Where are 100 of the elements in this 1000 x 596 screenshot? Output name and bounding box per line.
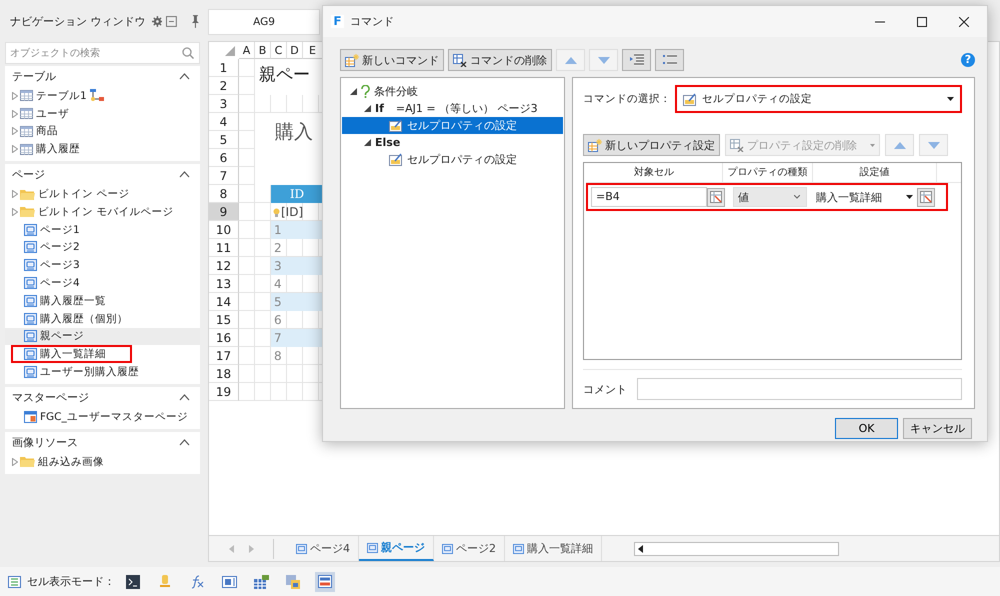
list-button[interactable] (655, 49, 684, 71)
row-header[interactable]: 6 (209, 149, 239, 167)
row-header[interactable]: 16 (209, 329, 239, 347)
target-cell-field[interactable]: =B4 (591, 187, 707, 207)
nav-item[interactable]: 購入履歴一覧 (5, 292, 200, 310)
table-icon (254, 574, 268, 588)
keyword-label: If (375, 102, 384, 115)
sheet-tab[interactable]: 購入一覧詳細 (505, 536, 602, 561)
search-field[interactable]: オブジェクトの検索 (5, 42, 200, 64)
row-header[interactable]: 3 (209, 95, 239, 113)
cell-picker-button[interactable] (707, 188, 725, 206)
chevron-icon[interactable] (179, 438, 190, 446)
horizontal-scrollbar[interactable] (634, 542, 839, 556)
row-header[interactable]: 19 (209, 383, 239, 401)
expand-arrow-icon[interactable] (350, 88, 357, 95)
list-mode-button[interactable] (315, 572, 335, 592)
row-header[interactable]: 11 (209, 239, 239, 257)
comment-field[interactable] (637, 378, 962, 400)
sheet-tab[interactable]: 親ページ (359, 536, 434, 561)
indent-button[interactable] (622, 49, 651, 71)
nav-item[interactable]: ページ2 (5, 238, 200, 256)
new-icon (588, 138, 602, 152)
sheet-tab[interactable]: ページ4 (288, 536, 359, 561)
expand-arrow-icon[interactable] (364, 105, 371, 112)
column-header: 設定値 (813, 163, 937, 182)
column-header[interactable]: A (239, 42, 255, 59)
row-header[interactable]: 18 (209, 365, 239, 383)
cancel-button[interactable]: キャンセル (903, 418, 972, 439)
row-header[interactable]: 4 (209, 113, 239, 131)
tree-label: 条件分岐 (374, 84, 418, 99)
nav-item[interactable]: 購入一覧詳細 (11, 345, 132, 364)
row-header[interactable]: 2 (209, 77, 239, 95)
delete-command-button[interactable]: コマンドの削除 (448, 49, 552, 71)
row-header[interactable]: 15 (209, 311, 239, 329)
table-header: ID (271, 185, 323, 203)
command-dropdown[interactable]: セルプロパティの設定 (675, 85, 962, 113)
table-icon (20, 108, 33, 120)
new-command-button[interactable]: 新しいコマンド (340, 49, 444, 71)
section-title: テーブル (12, 69, 56, 84)
nav-item[interactable]: FGC_ユーザーマスターページ (5, 408, 200, 426)
tree-item[interactable]: If =AJ1 = （等しい） ページ3 (342, 100, 563, 117)
expand-arrow-icon[interactable] (364, 139, 371, 146)
search-icon[interactable] (182, 47, 194, 59)
pin-icon[interactable] (191, 14, 200, 28)
row-header[interactable]: 13 (209, 275, 239, 293)
tree-item[interactable]: Else (342, 134, 563, 151)
chevron-icon[interactable] (179, 73, 190, 80)
row-header[interactable]: 5 (209, 131, 239, 149)
settings-icon[interactable] (152, 16, 162, 26)
collapse-icon[interactable] (166, 16, 178, 26)
cell-picker-button[interactable] (917, 188, 935, 206)
nav-item[interactable]: ユーザ (5, 104, 200, 123)
sheet-tab[interactable]: ページ2 (434, 536, 505, 561)
dropdown-arrow-icon (947, 97, 954, 101)
table-icon (20, 144, 33, 155)
down-arrow-icon (598, 56, 610, 64)
nav-item[interactable]: 商品 (5, 122, 200, 140)
dropdown-arrow-icon (906, 195, 913, 199)
value-dropdown[interactable]: 購入一覧詳細 (814, 190, 917, 204)
page-icon (442, 544, 453, 554)
indent-icon (630, 54, 644, 66)
name-box[interactable]: AG9 (208, 9, 320, 35)
scroll-left-icon[interactable] (638, 544, 644, 552)
tree-item[interactable]: 条件分岐 (342, 83, 563, 100)
row-header[interactable]: 17 (209, 347, 239, 365)
page-icon (24, 224, 37, 236)
tree-item[interactable]: セルプロパティの設定 (342, 151, 563, 168)
select-all-icon[interactable] (225, 46, 235, 56)
row-header[interactable]: 14 (209, 293, 239, 311)
nav-item[interactable]: テーブル1 (5, 87, 200, 105)
field-label: コマンドの選択： (583, 92, 671, 106)
ok-button[interactable]: OK (835, 418, 898, 439)
nav-item[interactable]: ページ3 (5, 256, 200, 274)
chevron-icon[interactable] (179, 171, 190, 178)
row-header[interactable]: 7 (209, 167, 239, 185)
console-icon (126, 574, 140, 588)
nav-item[interactable]: 購入履歴（個別） (5, 310, 200, 328)
nav-item[interactable]: ビルトイン モバイルページ (5, 202, 200, 221)
table-cell: 7 (271, 329, 323, 347)
chevron-icon[interactable] (179, 394, 190, 401)
nav-item[interactable]: ビルトイン ページ (5, 185, 200, 203)
maximize-icon[interactable] (917, 16, 927, 26)
property-type-dropdown[interactable]: 値 (733, 187, 807, 207)
nav-item[interactable]: 購入履歴 (5, 140, 200, 158)
window-title: コマンド (350, 14, 395, 29)
row-header[interactable]: 9 (209, 203, 239, 221)
nav-item[interactable]: 親ページ (5, 328, 200, 346)
help-button[interactable]: ? (961, 53, 975, 67)
new-property-button[interactable]: 新しいプロパティ設定 (583, 134, 720, 156)
nav-item[interactable]: ユーザー別購入履歴 (5, 363, 200, 381)
nav-item[interactable]: ページ1 (5, 220, 200, 239)
folder-icon (20, 456, 35, 468)
row-header[interactable]: 1 (209, 59, 239, 77)
row-header[interactable]: 12 (209, 257, 239, 275)
row-header[interactable]: 10 (209, 221, 239, 239)
nav-item[interactable]: ページ4 (5, 274, 200, 292)
command-icon (389, 119, 403, 132)
tree-item[interactable]: セルプロパティの設定 (342, 117, 563, 134)
nav-item[interactable]: 組み込み画像 (5, 452, 200, 471)
close-icon[interactable] (959, 16, 969, 26)
